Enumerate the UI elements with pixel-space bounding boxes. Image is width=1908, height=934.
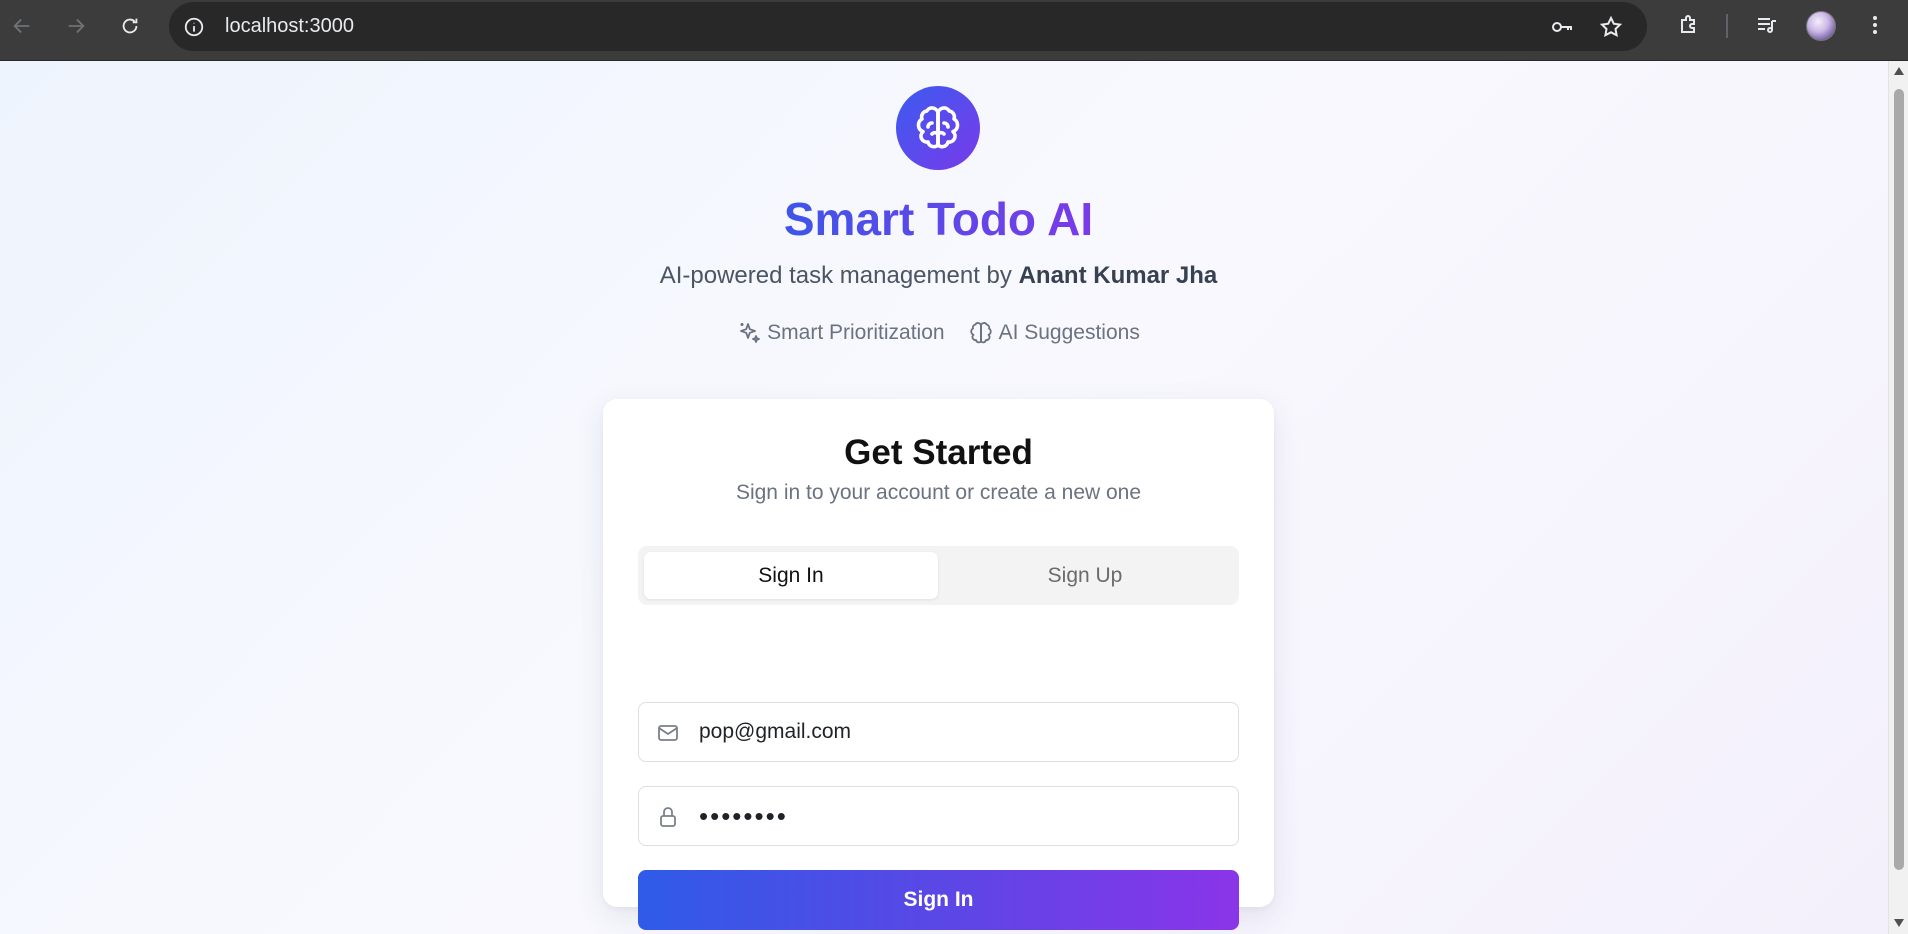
- feature-label: Smart Prioritization: [767, 321, 945, 344]
- card-title: Get Started: [844, 433, 1033, 472]
- scroll-down-icon[interactable]: [1893, 917, 1905, 929]
- browser-toolbar: localhost:3000: [0, 0, 1908, 61]
- puzzle-icon[interactable]: [1676, 12, 1702, 38]
- address-bar[interactable]: localhost:3000: [169, 2, 1647, 51]
- star-icon[interactable]: [1598, 14, 1624, 40]
- mail-icon: [655, 720, 681, 746]
- email-field[interactable]: pop@gmail.com: [638, 702, 1239, 762]
- url-text[interactable]: localhost:3000: [225, 2, 354, 51]
- arrow-left-icon: [13, 18, 30, 34]
- sign-in-button[interactable]: Sign In: [638, 870, 1239, 930]
- playlist-icon[interactable]: [1754, 12, 1780, 38]
- reload-icon: [122, 18, 138, 34]
- feature-smart-prioritization: Smart Prioritization: [737, 319, 945, 347]
- toolbar-divider: [1726, 14, 1728, 38]
- feature-list: Smart Prioritization AI Suggestions: [0, 319, 1877, 347]
- tagline-prefix: AI-powered task management by: [659, 262, 1019, 289]
- email-value[interactable]: pop@gmail.com: [699, 703, 851, 761]
- tab-sign-in[interactable]: Sign In: [644, 552, 938, 599]
- app-title: Smart Todo AI: [0, 189, 1877, 249]
- sparkles-icon: [740, 323, 761, 343]
- auth-tabs: Sign In Sign Up: [638, 546, 1239, 605]
- forward-button[interactable]: [56, 6, 96, 46]
- scrollbar-thumb[interactable]: [1894, 89, 1904, 870]
- info-icon[interactable]: [181, 14, 207, 40]
- arrow-right-icon: [68, 18, 85, 34]
- tagline-author: Anant Kumar Jha: [1018, 262, 1218, 289]
- profile-avatar[interactable]: [1806, 11, 1836, 41]
- tab-sign-up[interactable]: Sign Up: [938, 552, 1232, 599]
- card-subtitle: Sign in to your account or create a new …: [735, 481, 1142, 504]
- password-field[interactable]: ••••••••: [638, 786, 1239, 846]
- app-title-text: Smart Todo AI: [783, 193, 1094, 245]
- reload-button[interactable]: [110, 6, 150, 46]
- scroll-up-icon[interactable]: [1893, 65, 1905, 77]
- page-viewport: Smart Todo AI AI-powered task management…: [0, 61, 1888, 934]
- lock-icon: [655, 804, 681, 830]
- feature-ai-suggestions: AI Suggestions: [969, 319, 1140, 347]
- feature-label: AI Suggestions: [998, 321, 1140, 344]
- auth-card: Get Started Sign in to your account or c…: [603, 399, 1274, 930]
- brain-icon: [916, 106, 960, 149]
- key-icon[interactable]: [1549, 14, 1575, 40]
- tagline: AI-powered task management by Anant Kuma…: [0, 260, 1877, 292]
- page-scrollbar[interactable]: [1888, 61, 1908, 934]
- password-value[interactable]: ••••••••: [699, 787, 788, 845]
- back-button[interactable]: [2, 6, 42, 46]
- brain-icon: [969, 322, 992, 344]
- kebab-menu-icon[interactable]: [1862, 12, 1888, 38]
- app-logo: [896, 86, 980, 170]
